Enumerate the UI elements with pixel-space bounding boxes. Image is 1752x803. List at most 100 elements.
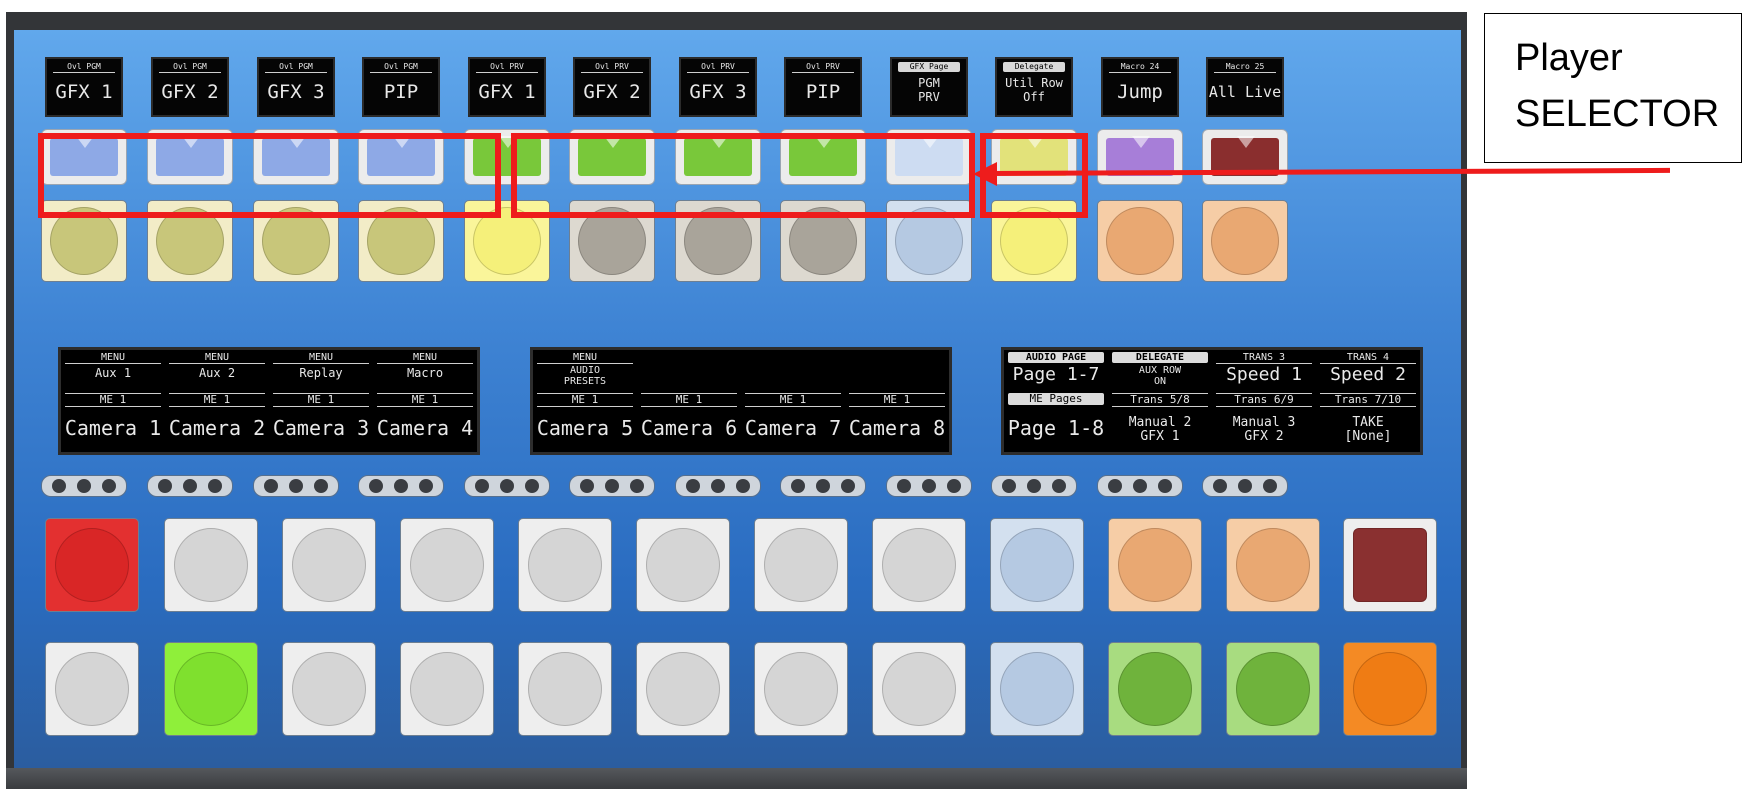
lcd-bus-label: ME 1 — [65, 393, 161, 407]
lcd-source-label: Camera 2 — [168, 416, 266, 440]
lcd-column: ME 1 Camera 8 — [845, 350, 949, 452]
oled-header: Macro 24 — [1109, 62, 1171, 73]
oled-display-5: Ovl PRV GFX 1 — [468, 57, 546, 117]
preview-button-10[interactable] — [1108, 642, 1202, 736]
lcd-source-label: TAKE [None] — [1344, 415, 1392, 444]
dot-icon — [1052, 479, 1066, 493]
tally-button-11[interactable] — [1097, 129, 1183, 185]
dot-icon — [897, 479, 911, 493]
dot-icon — [1133, 479, 1147, 493]
button-circle — [55, 528, 129, 602]
indicator-dots — [464, 475, 550, 497]
oled-label: GFX 3 — [267, 81, 325, 103]
tally-notch-icon — [1237, 136, 1255, 148]
program-button-12[interactable] — [1343, 518, 1437, 612]
oled-display-3: Ovl PGM GFX 3 — [257, 57, 335, 117]
lcd-menu-label: DELEGATE — [1112, 352, 1208, 363]
arrow-left-icon — [973, 162, 997, 186]
dot-icon — [686, 479, 700, 493]
dot-icon — [630, 479, 644, 493]
button-circle — [1000, 652, 1074, 726]
lcd-function-label: Aux 2 — [198, 366, 236, 380]
program-button-3[interactable] — [282, 518, 376, 612]
indicator-dots — [147, 475, 233, 497]
preview-button-2[interactable] — [164, 642, 258, 736]
dot-icon — [922, 479, 936, 493]
dot-icon — [1263, 479, 1277, 493]
lcd-column: MENU Macro ME 1 Camera 4 — [373, 350, 477, 452]
dot-icon — [289, 479, 303, 493]
oled-header: Ovl PGM — [265, 62, 327, 73]
tally-notch-icon — [1132, 136, 1150, 148]
button-circle — [1236, 652, 1310, 726]
lcd-source-label: Camera 8 — [848, 416, 946, 440]
lcd-column: DELEGATE AUX ROW ON Trans 5/8 Manual 2 GFX … — [1108, 350, 1212, 452]
preview-button-9[interactable] — [990, 642, 1084, 736]
button-circle — [646, 652, 720, 726]
preview-button-4[interactable] — [400, 642, 494, 736]
program-button-4[interactable] — [400, 518, 494, 612]
program-button-1[interactable] — [45, 518, 139, 612]
program-button-10[interactable] — [1108, 518, 1202, 612]
lcd-menu-label: MENU — [65, 352, 161, 364]
oled-header: Macro 25 — [1214, 62, 1276, 73]
oled-label: All Live — [1208, 83, 1282, 101]
preview-button-7[interactable] — [754, 642, 848, 736]
lcd-display-left: MENU Aux 1 ME 1 Camera 1 MENU Aux 2 ME 1 Camer… — [58, 347, 480, 455]
button-circle — [1118, 652, 1192, 726]
program-button-6[interactable] — [636, 518, 730, 612]
button-circle — [1106, 207, 1174, 275]
program-button-2[interactable] — [164, 518, 258, 612]
preview-button-11[interactable] — [1226, 642, 1320, 736]
oled-display-12: Macro 25 All Live — [1206, 57, 1284, 117]
callout-box: Player SELECTOR — [1484, 13, 1742, 163]
lcd-column: MENU Aux 1 ME 1 Camera 1 — [61, 350, 165, 452]
button-circle — [1118, 528, 1192, 602]
lcd-bus-label: ME 1 — [641, 393, 737, 407]
annotation-box-pgm-overlays — [38, 133, 501, 218]
program-button-11[interactable] — [1226, 518, 1320, 612]
tally-button-12[interactable] — [1202, 129, 1288, 185]
source-button-12[interactable] — [1202, 200, 1288, 282]
lcd-source-label: Camera 4 — [376, 416, 474, 440]
button-circle — [882, 528, 956, 602]
preview-button-12[interactable] — [1343, 642, 1437, 736]
lcd-column: AUDIO PAGE Page 1-7 ME Pages Page 1-8 — [1004, 350, 1108, 452]
indicator-dots — [1097, 475, 1183, 497]
source-button-11[interactable] — [1097, 200, 1183, 282]
oled-display-4: Ovl PGM PIP — [362, 57, 440, 117]
preview-button-3[interactable] — [282, 642, 376, 736]
indicator-dots — [1202, 475, 1288, 497]
lcd-column: ME 1 Camera 7 — [741, 350, 845, 452]
oled-label: GFX 3 — [689, 81, 747, 103]
preview-button-1[interactable] — [45, 642, 139, 736]
lcd-bus-label: ME 1 — [745, 393, 841, 407]
program-button-8[interactable] — [872, 518, 966, 612]
lcd-column: MENU Aux 2 ME 1 Camera 2 — [165, 350, 269, 452]
button-circle — [528, 528, 602, 602]
oled-display-1: Ovl PGM GFX 1 — [45, 57, 123, 117]
program-button-7[interactable] — [754, 518, 848, 612]
button-circle — [528, 652, 602, 726]
program-button-5[interactable] — [518, 518, 612, 612]
program-button-9[interactable] — [990, 518, 1084, 612]
lcd-function-label: Page 1-7 — [1012, 364, 1100, 385]
dot-icon — [791, 479, 805, 493]
preview-button-8[interactable] — [872, 642, 966, 736]
dot-icon — [52, 479, 66, 493]
lcd-source-label: Camera 7 — [744, 416, 842, 440]
oled-header: Ovl PRV — [687, 62, 749, 73]
preview-button-6[interactable] — [636, 642, 730, 736]
dot-icon — [394, 479, 408, 493]
dot-icon — [208, 479, 222, 493]
indicator-dots — [675, 475, 761, 497]
lcd-column: MENU Replay ME 1 Camera 3 — [269, 350, 373, 452]
lcd-source-label: Camera 1 — [64, 416, 162, 440]
oled-display-10: Delegate Util Row Off — [995, 57, 1073, 117]
dot-icon — [158, 479, 172, 493]
lcd-menu-label: AUDIO PAGE — [1008, 352, 1104, 363]
oled-display-8: Ovl PRV PIP — [784, 57, 862, 117]
lcd-bus-label: Trans 7/10 — [1320, 393, 1416, 407]
preview-button-5[interactable] — [518, 642, 612, 736]
lcd-function-label: Speed 2 — [1330, 364, 1406, 385]
